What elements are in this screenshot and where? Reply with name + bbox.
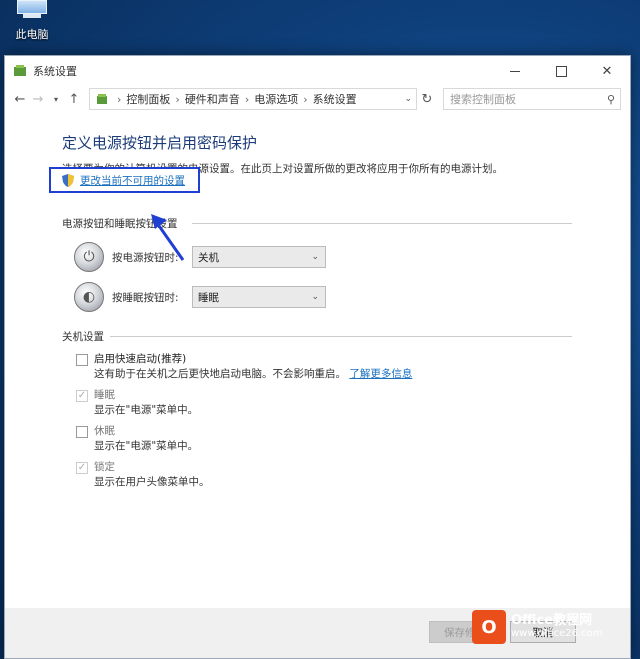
annotation-arrow-icon [151, 214, 185, 261]
office-logo-icon: O [472, 610, 506, 644]
watermark-line2: www.office26.com [511, 628, 603, 639]
watermark: O Office教程网 www.office26.com [472, 610, 603, 644]
watermark-line1: Office教程网 [511, 613, 593, 628]
